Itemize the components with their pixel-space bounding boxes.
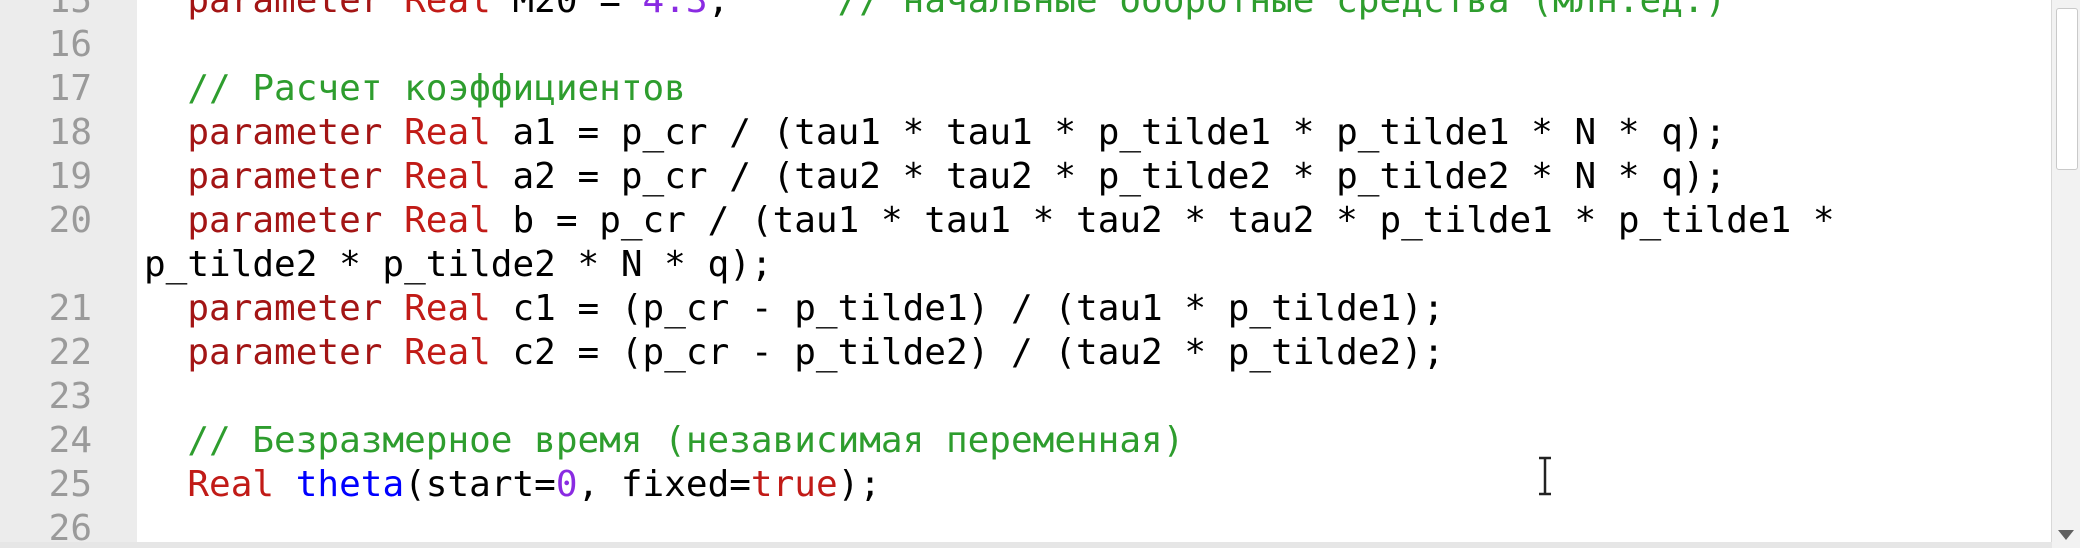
code-line-text[interactable]: parameter Real M20 = 4.3; // начальные о… [144, 0, 1726, 23]
line-number: 19 [48, 156, 92, 197]
code-line-text[interactable]: parameter Real a1 = p_cr / (tau1 * tau1 … [144, 111, 1726, 155]
code-line[interactable]: 19 parameter Real a2 = p_cr / (tau2 * ta… [0, 155, 2052, 199]
code-line-text[interactable]: // Безразмерное время (независимая перем… [144, 419, 1184, 463]
line-number: 20 [48, 200, 92, 241]
code-line[interactable]: 22 parameter Real c2 = (p_cr - p_tilde2)… [0, 331, 2052, 375]
code-line-text[interactable]: parameter Real c1 = (p_cr - p_tilde1) / … [144, 287, 1444, 331]
line-number: 25 [48, 464, 92, 505]
line-number: 18 [48, 112, 92, 153]
code-token: // Безразмерное время (независимая перем… [187, 420, 1185, 461]
code-token: a2 = p_cr / (tau2 * tau2 * p_tilde2 * p_… [490, 156, 1727, 197]
code-token: 0 [555, 464, 578, 505]
code-token: parameter [187, 288, 383, 329]
code-token: Real [404, 288, 491, 329]
code-token: Real [404, 156, 491, 197]
code-token: 4.3 [642, 0, 708, 21]
code-token: Real [404, 112, 491, 153]
code-token: , fixed= [577, 464, 751, 505]
code-token: p_tilde2 * p_tilde2 * N * q); [144, 244, 773, 285]
code-token: ; [707, 0, 838, 21]
code-token: ); [837, 464, 881, 505]
code-token: parameter [187, 332, 383, 373]
code-token: // начальные оборотные средства (млн.ед.… [837, 0, 1727, 21]
code-line-continuation[interactable]: p_tilde2 * p_tilde2 * N * q); [144, 243, 773, 287]
vertical-scrollbar[interactable] [2051, 0, 2080, 548]
code-token: (start= [404, 464, 556, 505]
code-token: c1 = (p_cr - p_tilde1) / (tau1 * p_tilde… [490, 288, 1445, 329]
code-token: parameter [187, 200, 383, 241]
code-token: Real [404, 200, 491, 241]
code-token: a1 = p_cr / (tau1 * tau1 * p_tilde1 * p_… [490, 112, 1727, 153]
code-line-text[interactable]: Real theta(start=0, fixed=true); [144, 463, 881, 507]
code-line[interactable]: 16 [0, 23, 2052, 67]
code-token: parameter [187, 156, 383, 197]
code-token: true [750, 464, 838, 505]
line-number: 16 [48, 24, 92, 65]
code-line[interactable]: 25 Real theta(start=0, fixed=true); [0, 463, 2052, 507]
code-line[interactable]: 23 [0, 375, 2052, 419]
code-editor[interactable]: 15 parameter Real M20 = 4.3; // начальны… [0, 0, 2080, 548]
code-token: theta [295, 464, 405, 505]
line-number: 21 [48, 288, 92, 329]
code-line[interactable]: 21 parameter Real c1 = (p_cr - p_tilde1)… [0, 287, 2052, 331]
code-token: parameter [187, 0, 383, 21]
code-token: Real [404, 0, 491, 21]
code-line-text[interactable]: // Расчет коэффициентов [144, 67, 686, 111]
code-token: // Расчет коэффициентов [187, 68, 686, 109]
line-number: 17 [48, 68, 92, 109]
code-token: parameter [187, 112, 383, 153]
code-token: Real [404, 332, 491, 373]
code-token: M20 = [490, 0, 643, 21]
code-line[interactable]: 18 parameter Real a1 = p_cr / (tau1 * ta… [0, 111, 2052, 155]
code-line-text[interactable]: parameter Real c2 = (p_cr - p_tilde2) / … [144, 331, 1444, 375]
text-cursor-ibeam-icon [1539, 456, 1551, 496]
code-line[interactable]: 15 parameter Real M20 = 4.3; // начальны… [0, 0, 2052, 23]
code-line[interactable]: p_tilde2 * p_tilde2 * N * q); [0, 243, 2052, 287]
code-line[interactable]: 24 // Безразмерное время (независимая пе… [0, 419, 2052, 463]
code-token: Real [187, 464, 275, 505]
scrollbar-thumb[interactable] [2056, 8, 2078, 170]
code-token: b = p_cr / (tau1 * tau1 * tau2 * tau2 * … [490, 200, 1835, 241]
code-line-text[interactable]: parameter Real a2 = p_cr / (tau2 * tau2 … [144, 155, 1726, 199]
horizontal-scrollbar[interactable] [0, 542, 2052, 548]
line-number: 24 [48, 420, 92, 461]
code-line-text[interactable]: parameter Real b = p_cr / (tau1 * tau1 *… [144, 199, 1835, 243]
code-token: c2 = (p_cr - p_tilde2) / (tau2 * p_tilde… [490, 332, 1445, 373]
line-number: 22 [48, 332, 92, 373]
chevron-down-icon[interactable] [2058, 530, 2074, 540]
code-line[interactable]: 17 // Расчет коэффициентов [0, 67, 2052, 111]
code-lines[interactable]: 15 parameter Real M20 = 4.3; // начальны… [0, 0, 2052, 548]
line-number: 15 [48, 0, 92, 21]
line-number: 23 [48, 376, 92, 417]
code-line[interactable]: 20 parameter Real b = p_cr / (tau1 * tau… [0, 199, 2052, 243]
